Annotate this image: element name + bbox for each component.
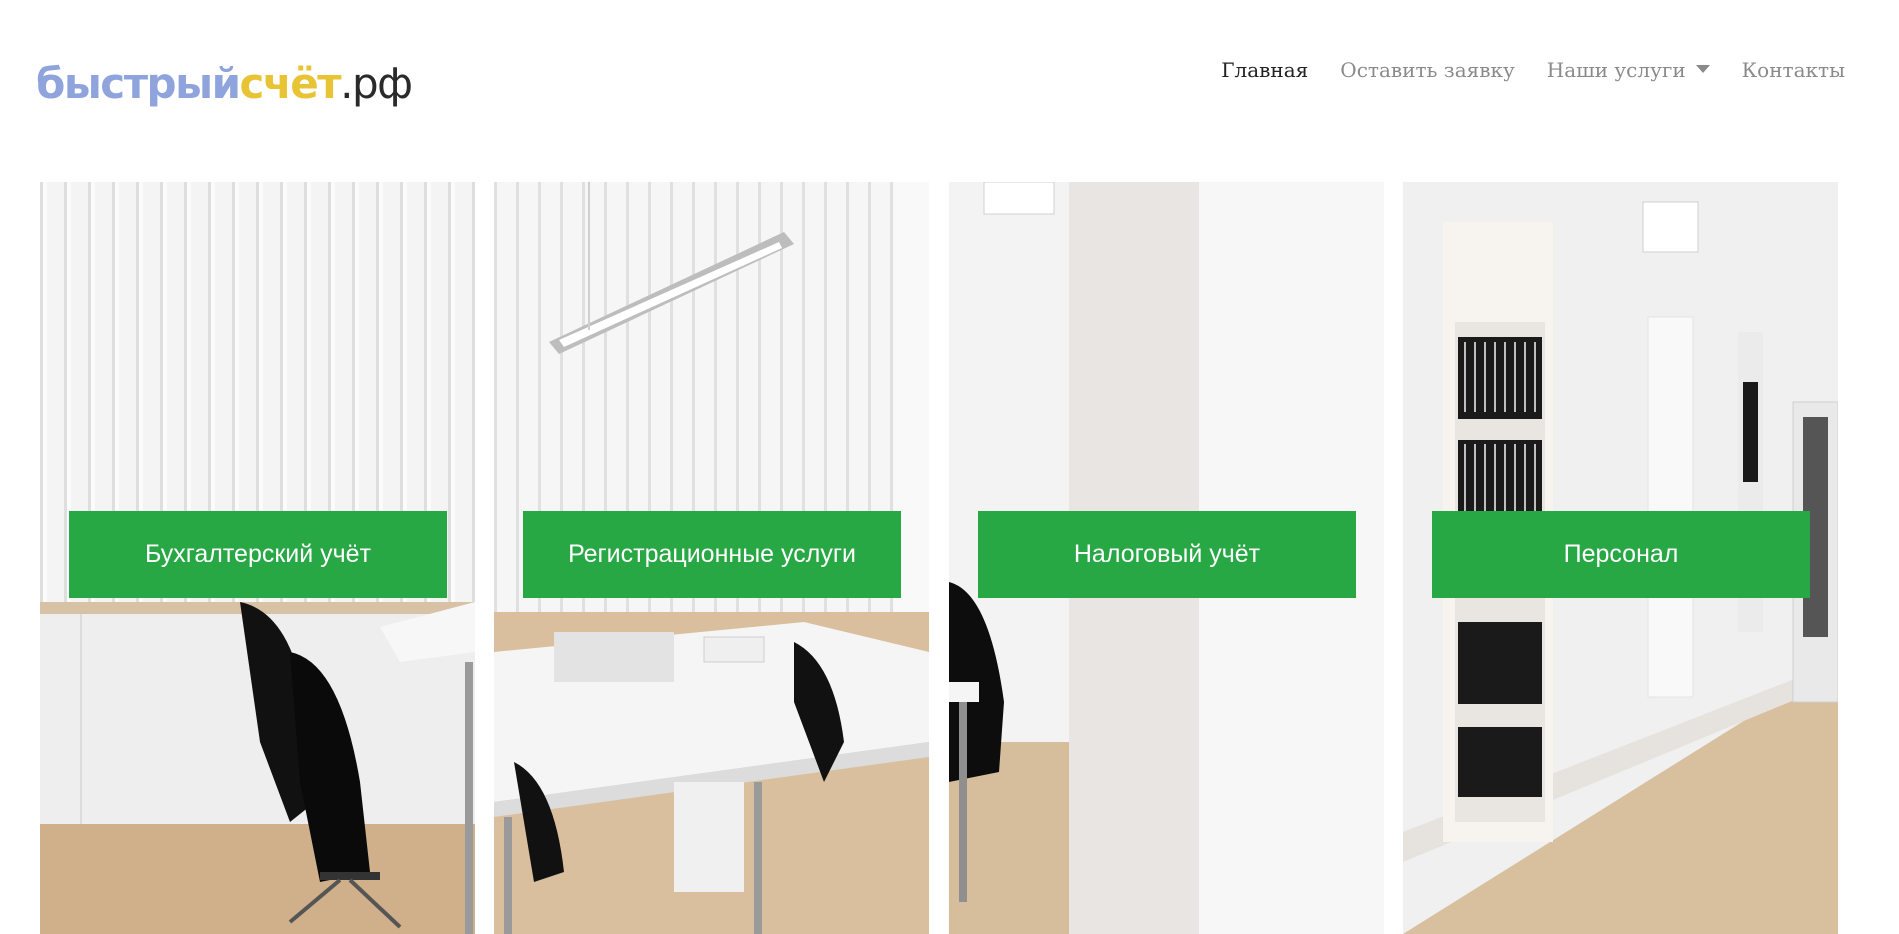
logo-part-1: быстрый xyxy=(36,59,241,108)
nav-link-request[interactable]: Оставить заявку xyxy=(1340,58,1514,82)
service-tile-personnel[interactable]: Персонал xyxy=(1403,182,1838,934)
nav-link-contacts[interactable]: Контакты xyxy=(1742,58,1845,82)
logo-part-3: .рф xyxy=(340,59,413,108)
nav-services-label: Наши услуги xyxy=(1546,58,1686,82)
logo-part-2: счёт xyxy=(239,59,342,108)
service-label: Налоговый учёт xyxy=(978,511,1356,598)
site-header: быстрыйсчёт.рф Главная Оставить заявку Н… xyxy=(0,0,1899,150)
main-nav: Главная Оставить заявку Наши услуги Конт… xyxy=(1221,58,1845,82)
service-label: Персонал xyxy=(1432,511,1810,598)
service-label: Регистрационные услуги xyxy=(523,511,901,598)
service-tile-tax[interactable]: Налоговый учёт xyxy=(949,182,1384,934)
service-label: Бухгалтерский учёт xyxy=(69,511,447,598)
nav-dropdown-services[interactable]: Наши услуги xyxy=(1547,58,1710,82)
nav-link-home[interactable]: Главная xyxy=(1221,58,1308,82)
chevron-down-icon xyxy=(1695,64,1710,73)
service-tile-registration[interactable]: Регистрационные услуги xyxy=(494,182,929,934)
service-tile-accounting[interactable]: Бухгалтерский учёт xyxy=(40,182,475,934)
site-logo[interactable]: быстрыйсчёт.рф xyxy=(36,58,413,110)
